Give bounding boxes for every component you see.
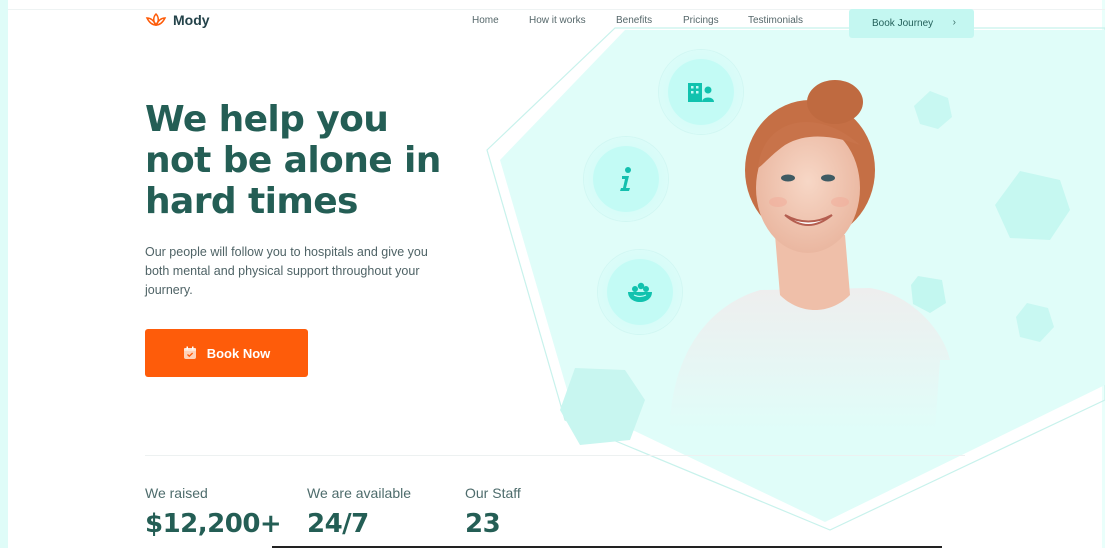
nav-how-it-works[interactable]: How it works <box>529 15 586 26</box>
stats-divider <box>145 455 965 456</box>
info-icon <box>620 167 631 191</box>
hero-title-line-1: We help you <box>145 99 389 140</box>
nav-benefits[interactable]: Benefits <box>616 15 652 26</box>
lotus-icon <box>145 12 167 27</box>
chevron-right-icon: › <box>952 17 956 28</box>
stat-raised-label: We raised <box>145 485 208 501</box>
book-journey-button[interactable]: Book Journey › <box>849 9 974 38</box>
stat-staff: Our Staff 23 <box>465 485 521 539</box>
nav-testimonials[interactable]: Testimonials <box>748 15 803 26</box>
stat-available-label: We are available <box>307 485 412 501</box>
hero-portrait-image <box>670 80 950 430</box>
stat-raised: We raised $12,200+ <box>145 485 282 539</box>
brand-name: Mody <box>173 12 210 28</box>
stat-raised-value: $12,200+ <box>145 509 282 539</box>
stat-available-value: 24/7 <box>307 509 369 539</box>
book-now-button[interactable]: Book Now <box>145 329 308 377</box>
stat-available: We are available 24/7 <box>307 485 411 539</box>
hero-title-line-3: hard times <box>145 181 358 222</box>
book-journey-label: Book Journey <box>872 18 934 29</box>
stat-staff-label: Our Staff <box>465 485 521 501</box>
nav-pricings[interactable]: Pricings <box>683 15 719 26</box>
left-edge-strip <box>0 0 8 548</box>
book-now-label: Book Now <box>206 345 271 361</box>
stat-staff-value: 23 <box>465 509 501 539</box>
hero-description: Our people will follow you to hospitals … <box>145 245 428 297</box>
hero-title-line-2: not be alone in <box>145 140 441 181</box>
calendar-icon <box>183 346 196 359</box>
hero-title: We help you not be alone in hard times <box>145 99 475 222</box>
nav-home[interactable]: Home <box>472 15 499 26</box>
logo[interactable]: Mody <box>145 12 210 28</box>
